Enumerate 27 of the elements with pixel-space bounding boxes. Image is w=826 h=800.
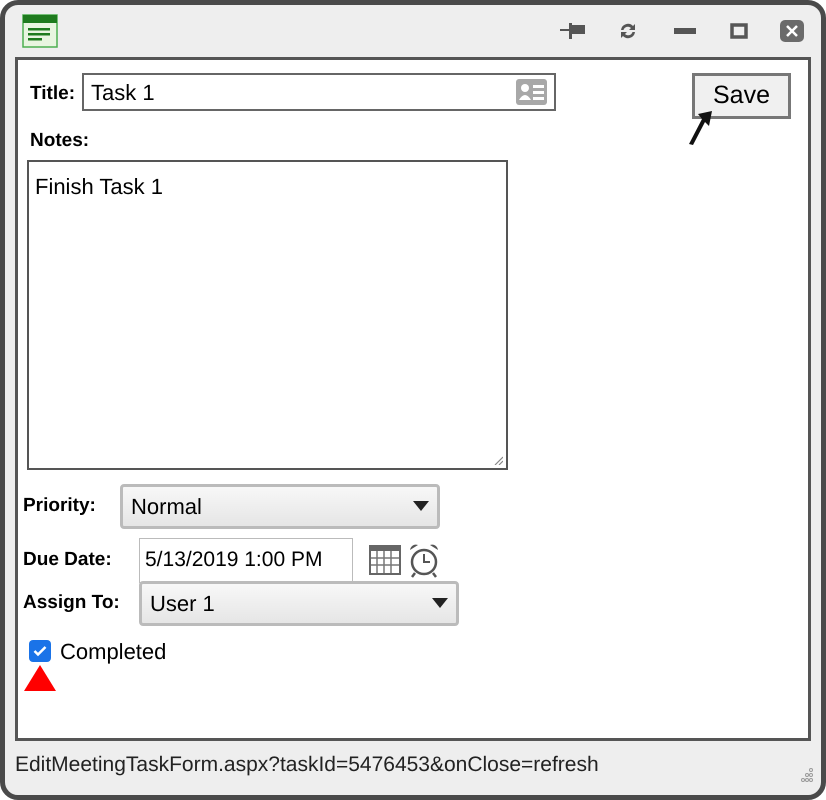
- title-field[interactable]: Task 1: [82, 73, 556, 111]
- save-button[interactable]: Save: [692, 73, 791, 119]
- maximize-icon[interactable]: [730, 23, 748, 39]
- notes-field[interactable]: Finish Task 1: [27, 160, 508, 470]
- assign-to-label: Assign To:: [23, 590, 121, 615]
- priority-label: Priority:: [23, 494, 97, 518]
- title-label: Title:: [30, 82, 76, 106]
- pin-icon[interactable]: [560, 23, 586, 39]
- priority-dropdown[interactable]: Normal: [120, 484, 440, 528]
- close-icon[interactable]: [780, 20, 804, 42]
- calendar-icon[interactable]: [369, 545, 401, 575]
- completed-label: Completed: [60, 638, 166, 666]
- cursor-arrow-icon: [688, 110, 714, 146]
- refresh-icon[interactable]: [618, 22, 638, 40]
- resize-grip-icon[interactable]: [493, 454, 503, 464]
- pointer-triangle-icon: [23, 664, 57, 692]
- app-icon: [22, 14, 58, 48]
- status-bar-text: EditMeetingTaskForm.aspx?taskId=5476453&onClose=refresh: [15, 752, 599, 778]
- alarm-clock-icon[interactable]: [407, 542, 441, 578]
- caret-icon: [432, 598, 448, 608]
- caret-icon: [413, 501, 429, 511]
- resize-grip-icon[interactable]: [801, 768, 813, 782]
- assign-to-dropdown[interactable]: User 1: [139, 580, 459, 626]
- completed-checkbox[interactable]: [29, 640, 51, 662]
- notes-label: Notes:: [30, 129, 90, 153]
- check-mark-icon: [33, 645, 47, 657]
- due-date-label: Due Date:: [23, 548, 113, 572]
